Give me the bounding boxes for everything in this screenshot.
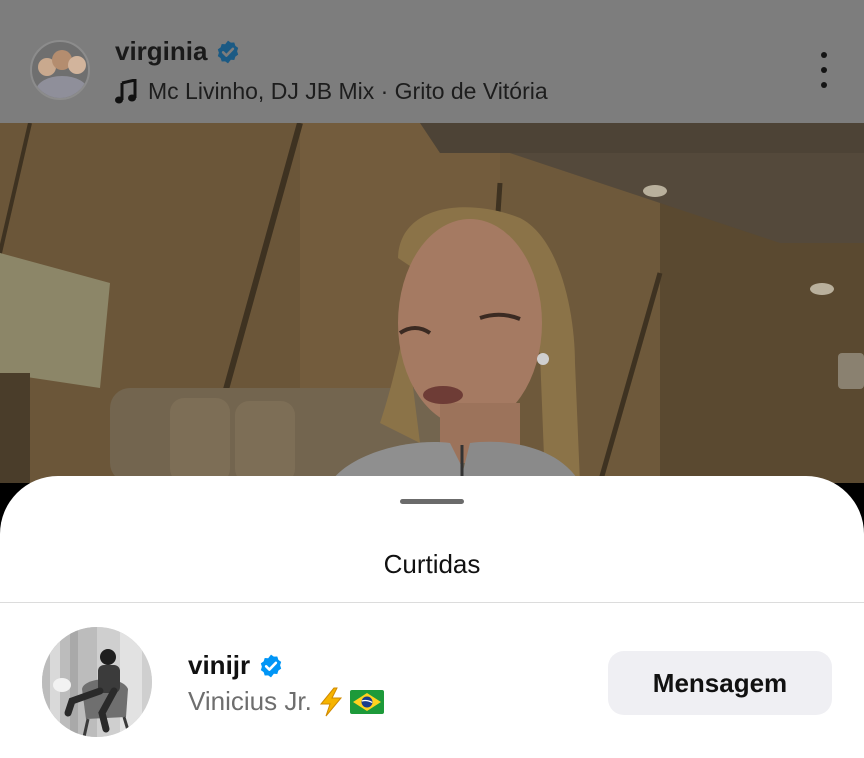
post-music-text[interactable]: Mc Livinho, DJ JB Mix · Grito de Vitória (148, 78, 548, 105)
message-button[interactable]: Mensagem (608, 651, 832, 715)
more-options-button[interactable] (818, 52, 830, 88)
post-author-avatar[interactable] (30, 40, 90, 100)
liker-avatar[interactable] (42, 627, 152, 737)
sheet-drag-handle[interactable] (400, 499, 464, 504)
music-note-icon (115, 78, 137, 103)
post-photo[interactable] (0, 123, 864, 483)
verified-badge-icon (218, 40, 239, 63)
verified-badge-icon (260, 654, 282, 677)
post-author-username[interactable]: virginia (115, 36, 241, 67)
lightning-bolt-icon (319, 687, 342, 716)
liker-fullname: Vinicius Jr. (188, 686, 384, 717)
liker-list-item[interactable]: vinijr Vinicius Jr. Mensagem (0, 624, 864, 740)
more-dot-icon (821, 82, 827, 88)
more-dot-icon (821, 67, 827, 73)
brazil-flag-icon (349, 689, 384, 714)
liker-username-text[interactable]: vinijr (188, 650, 250, 681)
post-photo-image (0, 123, 864, 483)
sheet-divider (0, 602, 864, 603)
post-music-info[interactable]: Mc Livinho, DJ JB Mix · Grito de Vitória (114, 78, 548, 105)
liker-username[interactable]: vinijr (188, 650, 284, 681)
likes-bottom-sheet: Curtidas vinijr Vinicius Jr. Mensagem (0, 476, 864, 758)
liker-avatar-image (42, 627, 152, 737)
post-author-username-text[interactable]: virginia (115, 36, 207, 67)
post-header: virginia Mc Livinho, DJ JB Mix · Grito d… (0, 0, 864, 123)
liker-fullname-text: Vinicius Jr. (188, 686, 312, 716)
more-dot-icon (821, 52, 827, 58)
sheet-title: Curtidas (383, 549, 481, 579)
